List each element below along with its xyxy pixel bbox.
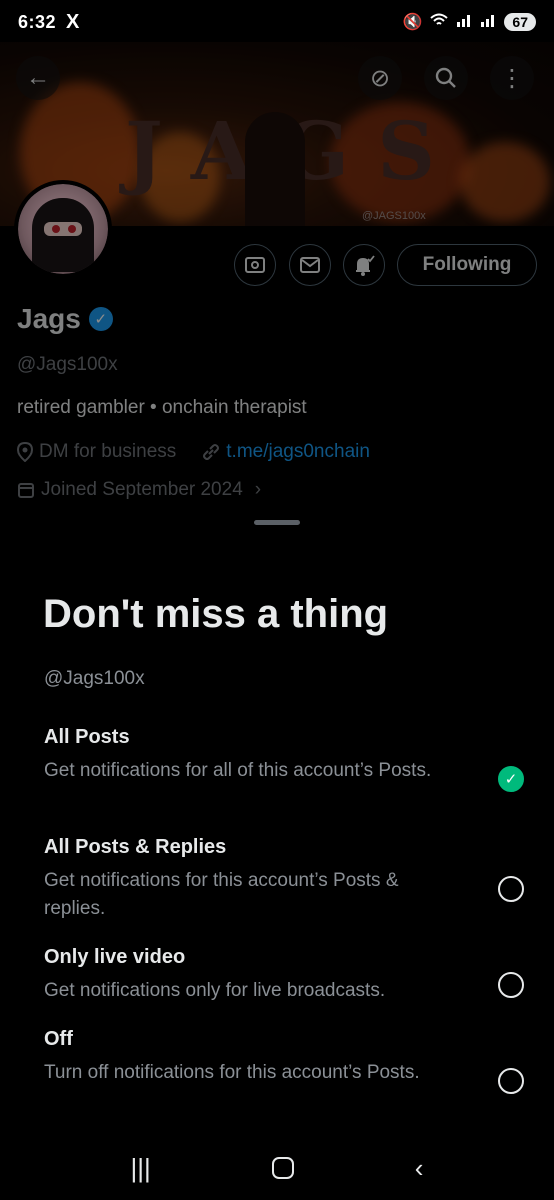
sheet-grabber[interactable] — [254, 520, 300, 525]
status-time: 6:32 — [18, 11, 57, 32]
option-description: Get notifications only for live broadcas… — [44, 980, 386, 1001]
home-icon[interactable] — [271, 1157, 294, 1179]
system-nav-bar: ||| ‹ — [0, 1136, 554, 1200]
option-title: All Posts — [44, 726, 130, 748]
option-title: Off — [44, 1028, 73, 1050]
status-icons: 🔇 67 — [402, 12, 536, 32]
option-description: Turn off notifications for this account’… — [44, 1062, 420, 1083]
dim-overlay[interactable] — [0, 0, 554, 514]
radio-all-posts-checked[interactable]: ✓ — [498, 766, 524, 792]
radio-only-live-video[interactable] — [498, 972, 524, 998]
radio-all-posts-replies[interactable] — [498, 876, 524, 902]
sheet-handle: @Jags100x — [44, 668, 145, 689]
option-only-live-video[interactable]: Only live video Get notifications only f… — [44, 946, 524, 1005]
option-title: All Posts & Replies — [44, 836, 227, 858]
option-title: Only live video — [44, 946, 186, 968]
wifi-icon — [430, 13, 449, 32]
notification-settings-sheet: Don't miss a thing @Jags100x All Posts G… — [0, 504, 554, 1200]
sheet-title: Don't miss a thing — [43, 592, 389, 636]
mute-icon: 🔇 — [402, 14, 423, 31]
option-all-posts-replies[interactable]: All Posts & Replies Get notifications fo… — [44, 836, 524, 923]
battery-indicator: 67 — [504, 13, 536, 31]
status-bar: 6:32 X 🔇 67 — [0, 0, 554, 44]
nav-back-icon[interactable]: ‹ — [415, 1153, 424, 1184]
option-off[interactable]: Off Turn off notifications for this acco… — [44, 1028, 524, 1087]
radio-off[interactable] — [498, 1068, 524, 1094]
signal-icon — [456, 13, 472, 32]
x-app-icon: X — [66, 10, 80, 33]
option-description: Get notifications for this account’s Pos… — [44, 870, 399, 919]
checkmark-icon: ✓ — [504, 771, 518, 788]
option-all-posts[interactable]: All Posts Get notifications for all of t… — [44, 726, 524, 785]
option-description: Get notifications for all of this accoun… — [44, 760, 432, 781]
recent-apps-icon[interactable]: ||| — [131, 1153, 151, 1184]
signal-icon-2 — [480, 13, 496, 32]
